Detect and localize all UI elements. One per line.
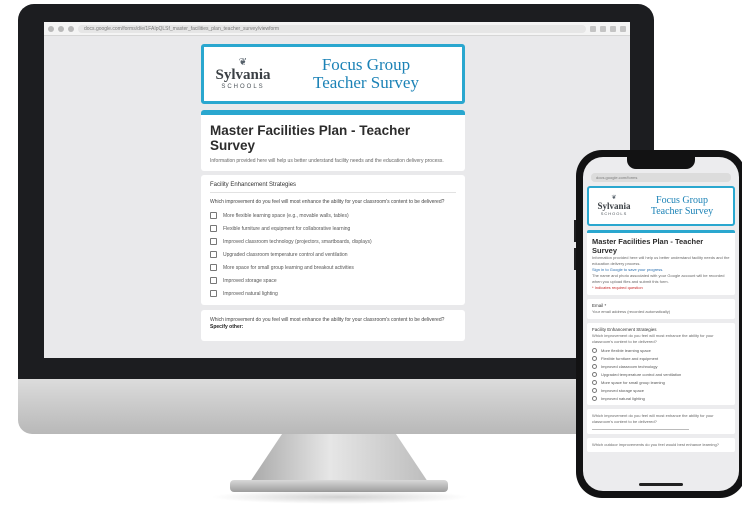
form-description: Information provided here will help us b… bbox=[210, 158, 444, 164]
phone-option-row[interactable]: Flexible furniture and equipment bbox=[592, 356, 730, 361]
phone-address-bar[interactable]: docs.google.com/forms bbox=[591, 173, 731, 182]
bookmark-icon[interactable] bbox=[590, 25, 596, 32]
reload-icon[interactable] bbox=[68, 25, 74, 32]
phone-option-row[interactable]: Improved natural lighting bbox=[592, 396, 730, 401]
browser-toolbar: docs.google.com/forms/d/e/1FAIpQLSf_mast… bbox=[44, 22, 630, 36]
sylvania-logo: ❦ Sylvania SCHOOLS bbox=[210, 56, 276, 90]
monitor-stand bbox=[250, 434, 428, 482]
question-text-2: Which improvement do you feel will most … bbox=[210, 317, 445, 323]
phone-banner-title: Focus Group Teacher Survey bbox=[650, 195, 714, 217]
phone-sylvania-logo: ❦ Sylvania SCHOOLS bbox=[593, 195, 635, 216]
phone-option-row[interactable]: More space for small group learning bbox=[592, 380, 730, 385]
option-row[interactable]: Improved classroom technology (projector… bbox=[210, 238, 456, 245]
option-row[interactable]: More space for small group learning and … bbox=[210, 264, 456, 271]
banner-title: Focus Group Teacher Survey bbox=[313, 55, 419, 92]
phone-screen: docs.google.com/forms ❦ Sylvania SCHOOLS… bbox=[583, 157, 739, 491]
phone-option-row[interactable]: Improved classroom technology bbox=[592, 364, 730, 369]
survey-form: ❦ Sylvania SCHOOLS Focus Group Teacher S… bbox=[201, 44, 465, 341]
checkbox[interactable] bbox=[210, 251, 217, 258]
phone-email-card: Email * Your email address (recorded aut… bbox=[587, 299, 735, 319]
form-title: Master Facilities Plan - Teacher Survey bbox=[210, 123, 411, 153]
checkbox[interactable] bbox=[210, 225, 217, 232]
stand-shadow bbox=[210, 490, 470, 504]
extensions-icon[interactable] bbox=[600, 25, 606, 32]
checkbox[interactable] bbox=[592, 348, 597, 353]
phone-question-3: Which outdoor improvements do you feel w… bbox=[592, 442, 719, 447]
checkbox[interactable] bbox=[592, 372, 597, 377]
checkbox[interactable] bbox=[592, 356, 597, 361]
profile-icon[interactable] bbox=[610, 25, 616, 32]
desktop-monitor: docs.google.com/forms/d/e/1FAIpQLSf_mast… bbox=[18, 4, 654, 434]
option-row[interactable]: Improved storage space bbox=[210, 277, 456, 284]
monitor-chin bbox=[18, 379, 654, 434]
question-other-label: Specify other: bbox=[210, 324, 244, 330]
checkbox[interactable] bbox=[210, 212, 217, 219]
form-banner: ❦ Sylvania SCHOOLS Focus Group Teacher S… bbox=[201, 44, 465, 104]
phone-option-row[interactable]: Improved storage space bbox=[592, 388, 730, 393]
checkbox[interactable] bbox=[210, 277, 217, 284]
option-row[interactable]: Flexible furniture and equipment for col… bbox=[210, 225, 456, 232]
phone-question-card-2: Which improvement do you feel will most … bbox=[587, 409, 735, 434]
section-title: Facility Enhancement Strategies bbox=[210, 182, 456, 193]
form-title-card: Master Facilities Plan - Teacher Survey … bbox=[201, 110, 465, 171]
smartphone: docs.google.com/forms ❦ Sylvania SCHOOLS… bbox=[574, 150, 742, 498]
question-card-2: Which improvement do you feel will most … bbox=[201, 310, 465, 341]
option-row[interactable]: Improved natural lighting bbox=[210, 290, 456, 297]
monitor-bezel: docs.google.com/forms/d/e/1FAIpQLSf_mast… bbox=[18, 4, 654, 379]
phone-option-row[interactable]: More flexible learning space bbox=[592, 348, 730, 353]
question-text: Which improvement do you feel will most … bbox=[210, 199, 445, 205]
phone-title-card: Master Facilities Plan - Teacher Survey … bbox=[587, 230, 735, 295]
required-note: * Indicates required question bbox=[592, 285, 643, 290]
phone-form-banner: ❦ Sylvania SCHOOLS Focus Group Teacher S… bbox=[587, 186, 735, 226]
account-note: The name and photo associated with your … bbox=[592, 273, 725, 284]
checkbox[interactable] bbox=[592, 388, 597, 393]
question-card: Facility Enhancement Strategies Which im… bbox=[201, 175, 465, 305]
phone-notch bbox=[627, 157, 695, 169]
phone-form-description: Information provided here will help us b… bbox=[592, 255, 730, 266]
checkbox[interactable] bbox=[592, 364, 597, 369]
volume-button bbox=[574, 220, 576, 242]
answer-input[interactable] bbox=[592, 429, 689, 430]
checkbox[interactable] bbox=[592, 396, 597, 401]
checkbox[interactable] bbox=[210, 238, 217, 245]
option-row[interactable]: More flexible learning space (e.g., mova… bbox=[210, 212, 456, 219]
checkbox[interactable] bbox=[592, 380, 597, 385]
email-value: Your email address (recorded automatical… bbox=[592, 309, 671, 314]
logo-leaf-icon: ❦ bbox=[238, 56, 248, 68]
option-row[interactable]: Upgraded classroom temperature control a… bbox=[210, 251, 456, 258]
checkbox[interactable] bbox=[210, 290, 217, 297]
phone-question-card: Facility Enhancement Strategies Which im… bbox=[587, 323, 735, 405]
phone-question-2: Which improvement do you feel will most … bbox=[592, 413, 714, 424]
monitor-screen: docs.google.com/forms/d/e/1FAIpQLSf_mast… bbox=[44, 22, 630, 358]
back-icon[interactable] bbox=[48, 25, 54, 32]
phone-option-row[interactable]: Upgraded temperature control and ventila… bbox=[592, 372, 730, 377]
volume-button bbox=[574, 248, 576, 270]
home-indicator[interactable] bbox=[639, 483, 683, 486]
checkbox[interactable] bbox=[210, 264, 217, 271]
forward-icon[interactable] bbox=[58, 25, 64, 32]
phone-question-text: Which improvement do you feel will most … bbox=[592, 333, 714, 344]
menu-icon[interactable] bbox=[620, 25, 626, 32]
address-bar[interactable]: docs.google.com/forms/d/e/1FAIpQLSf_mast… bbox=[78, 24, 586, 33]
phone-form-title: Master Facilities Plan - Teacher Survey bbox=[592, 237, 704, 255]
phone-question-card-3: Which outdoor improvements do you feel w… bbox=[587, 438, 735, 452]
